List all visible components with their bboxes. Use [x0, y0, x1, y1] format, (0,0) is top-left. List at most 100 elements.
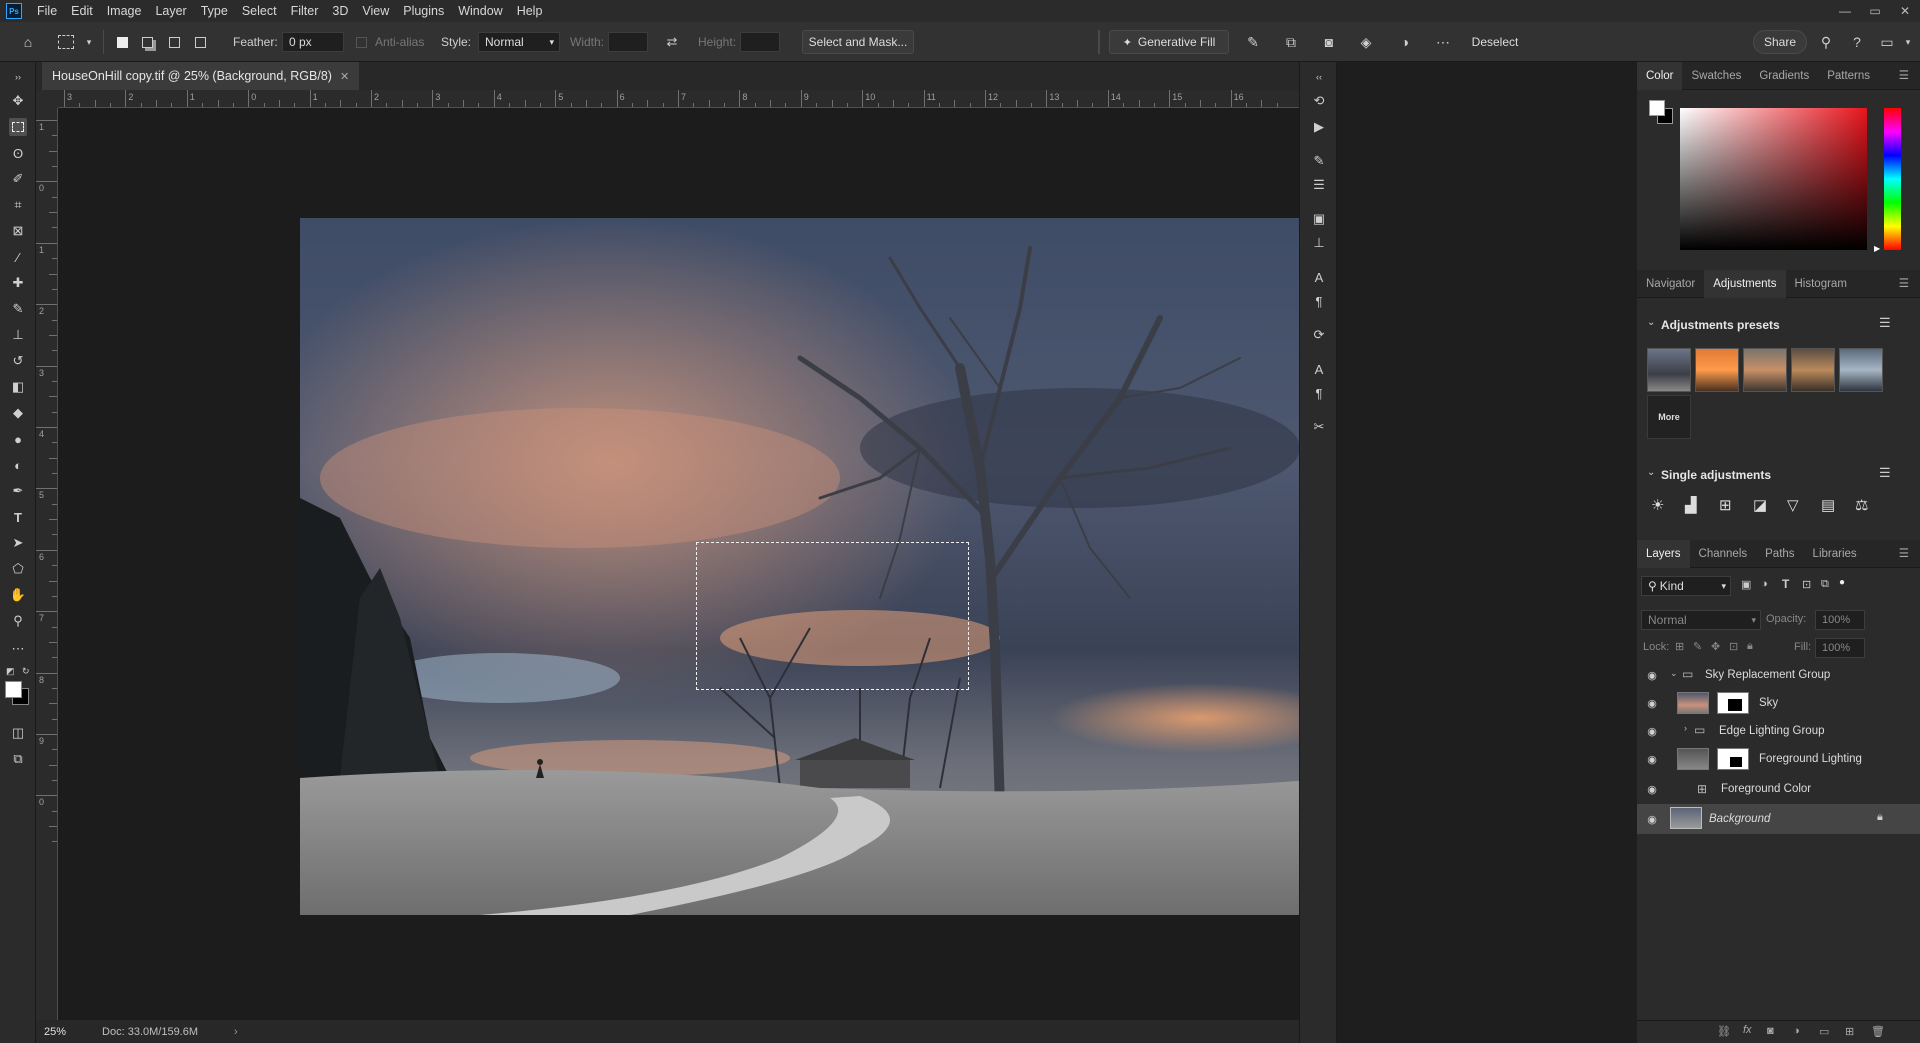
preset-thumbnail[interactable] [1791, 348, 1835, 392]
selection-marquee[interactable] [696, 542, 969, 690]
menu-filter[interactable]: Filter [284, 0, 326, 22]
character-icon[interactable]: A [1310, 268, 1328, 286]
screen-mode-icon[interactable]: ⧉ [9, 750, 27, 768]
tab-navigator[interactable]: Navigator [1637, 270, 1704, 298]
filter-pixel-icon[interactable]: ▣ [1741, 578, 1751, 591]
crop-tool-icon[interactable]: ⌗ [9, 196, 27, 214]
visibility-eye-icon[interactable]: ◉ [1645, 668, 1659, 682]
hue-marker-icon[interactable]: ▶ [1874, 244, 1880, 253]
tab-gradients[interactable]: Gradients [1750, 62, 1818, 90]
brush-settings-icon[interactable]: ✎ [1310, 152, 1328, 170]
swap-icon[interactable]: ⇄ [663, 33, 681, 51]
tab-swatches[interactable]: Swatches [1682, 62, 1750, 90]
more-presets-button[interactable]: More [1647, 395, 1691, 439]
canvas-area[interactable] [58, 108, 1299, 1020]
chevron-down-icon[interactable]: ⌄ [1647, 317, 1655, 328]
search-icon[interactable]: ⚲ [1817, 33, 1835, 51]
hand-tool-icon[interactable]: ✋ [9, 586, 27, 604]
layer-row[interactable]: ◉ Foreground Lighting [1637, 744, 1920, 774]
color-field[interactable] [1680, 108, 1867, 250]
close-button[interactable]: ✕ [1890, 0, 1920, 22]
height-input[interactable] [740, 32, 780, 52]
collapse-icon[interactable]: ›› [9, 68, 27, 86]
history-brush-tool-icon[interactable]: ↺ [9, 352, 27, 370]
clone-stamp-tool-icon[interactable]: ⊥ [9, 326, 27, 344]
more-icon[interactable]: ⋯ [1434, 33, 1452, 51]
menu-plugins[interactable]: Plugins [396, 0, 451, 22]
menu-type[interactable]: Type [194, 0, 235, 22]
fill-icon[interactable]: ◈ [1357, 33, 1375, 51]
move-tool-icon[interactable]: ✥ [9, 92, 27, 110]
tab-patterns[interactable]: Patterns [1818, 62, 1879, 90]
minimize-button[interactable]: — [1830, 0, 1860, 22]
select-and-mask-button[interactable]: Select and Mask... [802, 30, 914, 54]
tab-libraries[interactable]: Libraries [1804, 540, 1866, 568]
rectangular-marquee-tool-icon[interactable] [9, 118, 27, 136]
menu-edit[interactable]: Edit [64, 0, 100, 22]
menu-file[interactable]: File [30, 0, 64, 22]
menu-select[interactable]: Select [235, 0, 284, 22]
generative-fill-button[interactable]: ✦ Generative Fill [1109, 30, 1229, 54]
style-select[interactable]: Normal ▾ [478, 32, 560, 52]
stamp-icon[interactable]: ⊥ [1310, 234, 1328, 252]
add-selection-icon[interactable] [138, 33, 156, 51]
intersect-selection-icon[interactable] [191, 33, 209, 51]
feather-input[interactable]: 0 px [282, 32, 344, 52]
transform-icon[interactable]: ⧉ [1282, 33, 1300, 51]
tab-histogram[interactable]: Histogram [1786, 270, 1856, 298]
panel-menu-icon[interactable]: ☰ [1890, 270, 1918, 298]
layer-mask-thumbnail[interactable] [1717, 692, 1749, 714]
tab-layers[interactable]: Layers [1637, 539, 1690, 568]
rect-marquee-preset-icon[interactable] [58, 35, 74, 49]
zoom-level[interactable]: 25% [44, 1026, 66, 1038]
fg-color-chip[interactable] [1649, 100, 1665, 116]
close-tab-icon[interactable]: ✕ [340, 70, 349, 83]
brightness-contrast-icon[interactable]: ☀ [1651, 496, 1664, 514]
new-layer-icon[interactable]: ⊞ [1845, 1025, 1854, 1038]
brush-icon[interactable]: ✎ [1244, 33, 1262, 51]
image-icon[interactable]: ▣ [1310, 210, 1328, 228]
path-selection-tool-icon[interactable]: ➤ [9, 534, 27, 552]
list-view-icon[interactable]: ☰ [1879, 315, 1891, 331]
workspace-icon[interactable]: ▭ [1878, 33, 1896, 51]
chevron-right-icon[interactable]: › [1684, 723, 1687, 733]
tab-paths[interactable]: Paths [1756, 540, 1803, 568]
visibility-eye-icon[interactable]: ◉ [1645, 782, 1659, 796]
lock-artboard-icon[interactable]: ⊡ [1729, 640, 1738, 653]
tab-adjustments[interactable]: Adjustments [1704, 269, 1786, 298]
swap-colors-icon[interactable]: ↻ [22, 666, 30, 677]
chevron-down-icon[interactable]: ⌄ [1647, 467, 1655, 478]
vibrance-icon[interactable]: ▽ [1787, 496, 1799, 514]
color-balance-icon[interactable]: ⚖ [1855, 496, 1868, 514]
blend-mode-select[interactable]: Normal ▾ [1641, 610, 1761, 630]
add-mask-icon[interactable]: ◙ [1767, 1025, 1774, 1037]
preset-thumbnail[interactable] [1695, 348, 1739, 392]
delete-layer-icon[interactable]: 🗑︎ [1871, 1025, 1885, 1038]
lock-transparent-icon[interactable]: ⊞ [1675, 640, 1684, 653]
tab-channels[interactable]: Channels [1690, 540, 1757, 568]
edit-toolbar-icon[interactable]: ⋯ [9, 640, 27, 658]
antialias-checkbox[interactable] [356, 36, 367, 48]
tab-color[interactable]: Color [1637, 61, 1683, 90]
menu-layer[interactable]: Layer [148, 0, 193, 22]
brush-tool-icon[interactable]: ✎ [9, 300, 27, 318]
list-view-icon[interactable]: ☰ [1879, 465, 1891, 481]
paragraph-styles-icon[interactable]: ¶ [1310, 384, 1328, 402]
new-adjustment-layer-icon[interactable]: ◑ [1793, 1025, 1800, 1037]
deselect-button[interactable]: Deselect [1463, 30, 1527, 54]
hue-slider[interactable] [1884, 108, 1901, 250]
panel-menu-icon[interactable]: ☰ [1890, 62, 1918, 90]
new-group-icon[interactable]: ▭ [1819, 1025, 1829, 1038]
filter-adjustment-icon[interactable]: ◑ [1761, 578, 1768, 590]
preset-thumbnail[interactable] [1743, 348, 1787, 392]
exposure-icon[interactable]: ◪ [1753, 496, 1767, 514]
levels-icon[interactable]: ▟ [1685, 496, 1697, 514]
mask-icon[interactable]: ◙ [1320, 33, 1338, 51]
paragraph-icon[interactable]: ¶ [1310, 292, 1328, 310]
type-tool-icon[interactable]: T [9, 508, 27, 526]
filter-type-icon[interactable]: T [1782, 577, 1789, 591]
subtract-selection-icon[interactable] [165, 33, 183, 51]
chevron-down-icon[interactable]: ⌄ [1670, 668, 1678, 679]
glyphs-icon[interactable]: A [1310, 360, 1328, 378]
filter-shape-icon[interactable]: ⊡ [1802, 578, 1811, 591]
